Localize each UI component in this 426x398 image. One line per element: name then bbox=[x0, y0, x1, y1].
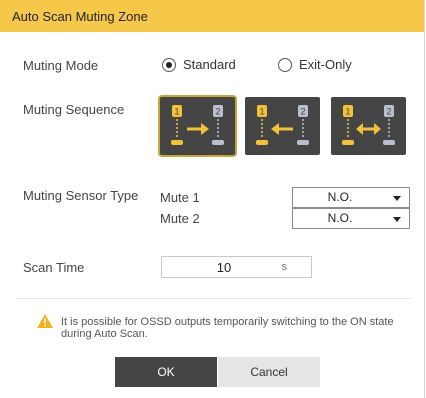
scan-time-value: 10 bbox=[216, 260, 232, 275]
cancel-button[interactable]: Cancel bbox=[218, 357, 320, 387]
title-bar: Auto Scan Muting Zone bbox=[0, 0, 424, 32]
scan-time-unit: s bbox=[281, 261, 288, 273]
radio-standard[interactable]: Standard bbox=[162, 57, 236, 72]
warning-message: It is possible for OSSD outputs temporar… bbox=[61, 316, 394, 340]
mute-1-value: N.O. bbox=[327, 190, 353, 204]
svg-text:2: 2 bbox=[215, 107, 220, 117]
sequence-bidirectional-button[interactable]: 1 2 bbox=[331, 97, 406, 155]
svg-text:1: 1 bbox=[259, 107, 264, 117]
muting-sensor-type-label-clip: Muting Sensor Type bbox=[23, 188, 145, 206]
warning-icon bbox=[37, 314, 53, 328]
mute-2-label: Mute 2 bbox=[160, 211, 200, 226]
arrow-left-icon: 1 2 bbox=[256, 105, 309, 145]
muting-sequence-label: Muting Sequence bbox=[23, 102, 125, 117]
chevron-down-icon bbox=[393, 217, 401, 222]
radio-exit-only-label: Exit-Only bbox=[299, 57, 352, 72]
dialog-title: Auto Scan Muting Zone bbox=[12, 9, 148, 24]
sequence-2-to-1-button[interactable]: 1 2 bbox=[245, 97, 320, 155]
auto-scan-muting-zone-dialog: Auto Scan Muting Zone Muting Mode Standa… bbox=[0, 0, 425, 398]
arrow-both-icon: 1 2 bbox=[342, 105, 395, 145]
radio-circle-checked bbox=[162, 57, 176, 72]
mute-1-label: Mute 1 bbox=[160, 190, 200, 205]
ok-button[interactable]: OK bbox=[115, 357, 217, 387]
svg-text:1: 1 bbox=[345, 107, 350, 117]
svg-text:2: 2 bbox=[386, 107, 391, 117]
radio-standard-label: Standard bbox=[183, 57, 236, 72]
radio-exit-only[interactable]: Exit-Only bbox=[278, 57, 352, 72]
divider bbox=[16, 298, 411, 299]
mute-1-select[interactable]: N.O. bbox=[292, 187, 410, 208]
svg-text:2: 2 bbox=[300, 107, 305, 117]
svg-text:1: 1 bbox=[174, 107, 179, 117]
mute-2-value: N.O. bbox=[327, 211, 353, 225]
chevron-down-icon bbox=[393, 196, 401, 201]
scan-time-label: Scan Time bbox=[23, 260, 85, 275]
muting-mode-label: Muting Mode bbox=[23, 58, 99, 73]
scan-time-input[interactable]: 10 s bbox=[161, 256, 312, 278]
mute-2-select[interactable]: N.O. bbox=[292, 208, 410, 229]
sequence-1-to-2-button[interactable]: 1 2 bbox=[160, 97, 235, 155]
arrow-right-icon: 1 2 bbox=[171, 105, 224, 145]
muting-sensor-type-label: Muting Sensor Type bbox=[23, 188, 139, 203]
radio-circle-unchecked bbox=[278, 57, 292, 72]
